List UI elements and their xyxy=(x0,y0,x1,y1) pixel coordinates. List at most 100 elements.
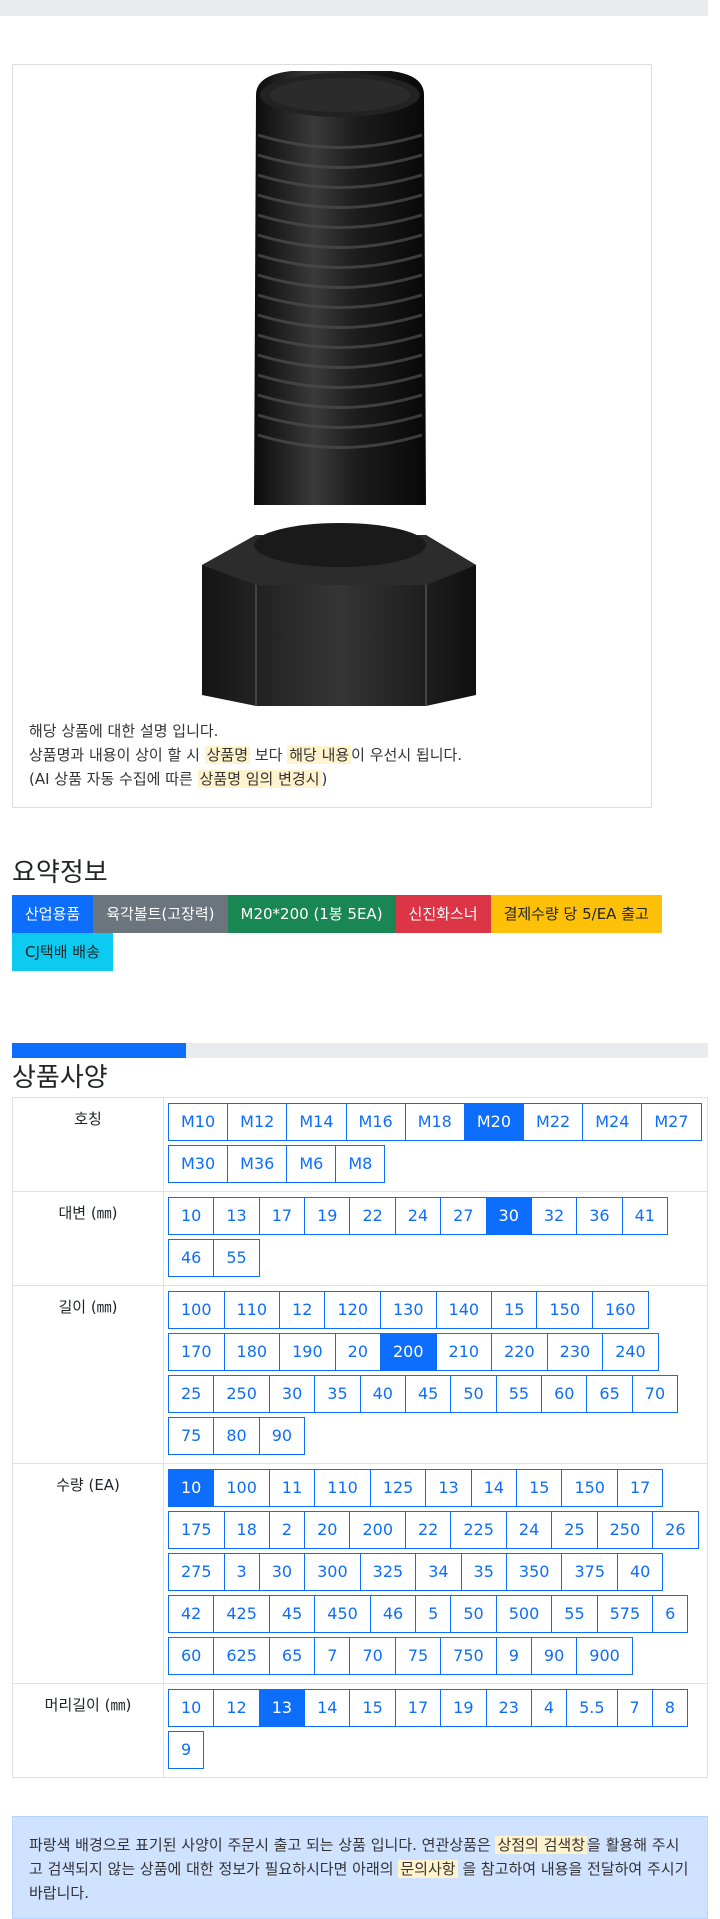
spec-option-button[interactable]: 36 xyxy=(576,1197,623,1235)
spec-option-button[interactable]: 60 xyxy=(168,1637,215,1675)
spec-option-button[interactable]: M14 xyxy=(286,1103,347,1141)
spec-option-button[interactable]: 2 xyxy=(268,1511,306,1549)
spec-option-button[interactable]: 17 xyxy=(616,1469,664,1507)
spec-option-button[interactable]: 900 xyxy=(576,1637,633,1675)
spec-option-button[interactable]: 19 xyxy=(440,1689,487,1727)
spec-option-button[interactable]: 375 xyxy=(561,1553,618,1591)
spec-option-button[interactable]: 450 xyxy=(314,1595,371,1633)
spec-option-button[interactable]: 500 xyxy=(495,1595,553,1633)
spec-option-button[interactable]: M10 xyxy=(168,1103,229,1141)
spec-option-button[interactable]: M18 xyxy=(404,1103,465,1141)
spec-option-button[interactable]: 7 xyxy=(616,1689,653,1727)
spec-option-button[interactable]: 46 xyxy=(168,1239,215,1277)
spec-option-button[interactable]: 41 xyxy=(621,1197,668,1235)
spec-option-button[interactable]: 15 xyxy=(491,1291,538,1329)
spec-option-button[interactable]: 110 xyxy=(314,1469,371,1507)
spec-option-button[interactable]: M24 xyxy=(582,1103,643,1141)
spec-option-button[interactable]: 150 xyxy=(561,1469,618,1507)
spec-option-button[interactable]: 24 xyxy=(394,1197,442,1235)
spec-option-button[interactable]: M6 xyxy=(286,1145,337,1183)
spec-option-button[interactable]: 60 xyxy=(541,1375,588,1413)
spec-option-button[interactable]: 625 xyxy=(213,1637,270,1675)
spec-option-button[interactable]: 13 xyxy=(213,1197,260,1235)
spec-option-button[interactable]: 9 xyxy=(495,1637,532,1675)
spec-option-button[interactable]: 9 xyxy=(168,1731,205,1769)
spec-option-button[interactable]: 210 xyxy=(435,1333,493,1371)
spec-option-button[interactable]: 30 xyxy=(258,1553,306,1591)
spec-option-button[interactable]: 190 xyxy=(279,1333,336,1371)
spec-option-button[interactable]: 25 xyxy=(168,1375,215,1413)
spec-option-button[interactable]: M30 xyxy=(168,1145,229,1183)
spec-option-button[interactable]: 20 xyxy=(304,1511,351,1549)
spec-option-button[interactable]: 170 xyxy=(168,1333,225,1371)
spec-option-button[interactable]: 50 xyxy=(450,1375,497,1413)
spec-option-button[interactable]: 18 xyxy=(223,1511,270,1549)
spec-option-button[interactable]: 23 xyxy=(485,1689,532,1727)
spec-option-button[interactable]: 20 xyxy=(334,1333,381,1371)
spec-option-button[interactable]: 40 xyxy=(617,1553,664,1591)
spec-option-button[interactable]: 425 xyxy=(213,1595,270,1633)
spec-option-button[interactable]: 125 xyxy=(369,1469,427,1507)
spec-option-button[interactable]: 55 xyxy=(213,1239,260,1277)
spec-option-button[interactable]: 34 xyxy=(415,1553,462,1591)
spec-option-button[interactable]: 90 xyxy=(258,1417,306,1455)
spec-option-button[interactable]: 19 xyxy=(304,1197,351,1235)
spec-option-button[interactable]: 30 xyxy=(485,1197,532,1235)
spec-option-button[interactable]: 225 xyxy=(450,1511,507,1549)
spec-option-button[interactable]: 55 xyxy=(495,1375,543,1413)
spec-option-button[interactable]: M22 xyxy=(523,1103,584,1141)
spec-option-button[interactable]: 35 xyxy=(314,1375,361,1413)
spec-option-button[interactable]: 40 xyxy=(359,1375,406,1413)
spec-option-button[interactable]: 22 xyxy=(349,1197,396,1235)
spec-option-button[interactable]: 32 xyxy=(530,1197,578,1235)
spec-option-button[interactable]: 200 xyxy=(349,1511,406,1549)
spec-option-button[interactable]: 27 xyxy=(440,1197,487,1235)
spec-option-button[interactable]: 65 xyxy=(268,1637,316,1675)
spec-option-button[interactable]: 325 xyxy=(359,1553,417,1591)
spec-option-button[interactable]: 50 xyxy=(450,1595,497,1633)
spec-option-button[interactable]: 160 xyxy=(592,1291,649,1329)
spec-option-button[interactable]: 10 xyxy=(168,1197,215,1235)
spec-option-button[interactable]: 250 xyxy=(213,1375,270,1413)
spec-option-button[interactable]: 220 xyxy=(491,1333,548,1371)
spec-option-button[interactable]: 14 xyxy=(304,1689,351,1727)
spec-option-button[interactable]: 26 xyxy=(652,1511,699,1549)
spec-option-button[interactable]: 35 xyxy=(460,1553,507,1591)
spec-option-button[interactable]: 15 xyxy=(349,1689,396,1727)
spec-option-button[interactable]: 750 xyxy=(440,1637,497,1675)
spec-option-button[interactable]: 14 xyxy=(470,1469,518,1507)
spec-option-button[interactable]: 240 xyxy=(602,1333,659,1371)
spec-option-button[interactable]: 5.5 xyxy=(566,1689,618,1727)
spec-option-button[interactable]: M20 xyxy=(463,1103,525,1141)
spec-option-button[interactable]: 100 xyxy=(213,1469,270,1507)
spec-option-button[interactable]: 300 xyxy=(304,1553,361,1591)
spec-option-button[interactable]: M27 xyxy=(641,1103,702,1141)
spec-option-button[interactable]: 5 xyxy=(415,1595,452,1633)
spec-option-button[interactable]: 75 xyxy=(394,1637,442,1675)
spec-option-button[interactable]: 180 xyxy=(223,1333,281,1371)
spec-option-button[interactable]: 24 xyxy=(505,1511,553,1549)
spec-option-button[interactable]: 17 xyxy=(258,1197,306,1235)
spec-option-button[interactable]: 45 xyxy=(268,1595,316,1633)
spec-option-button[interactable]: 46 xyxy=(369,1595,417,1633)
spec-option-button[interactable]: 25 xyxy=(551,1511,598,1549)
spec-option-button[interactable]: 230 xyxy=(546,1333,604,1371)
spec-option-button[interactable]: 55 xyxy=(551,1595,598,1633)
spec-option-button[interactable]: 65 xyxy=(586,1375,633,1413)
spec-option-button[interactable]: 45 xyxy=(404,1375,452,1413)
spec-option-button[interactable]: 110 xyxy=(223,1291,281,1329)
spec-option-button[interactable]: 120 xyxy=(324,1291,381,1329)
spec-option-button[interactable]: 42 xyxy=(168,1595,215,1633)
spec-option-button[interactable]: 12 xyxy=(279,1291,326,1329)
spec-option-button[interactable]: 15 xyxy=(516,1469,563,1507)
spec-option-button[interactable]: 130 xyxy=(380,1291,437,1329)
spec-option-button[interactable]: 10 xyxy=(168,1469,215,1507)
spec-option-button[interactable]: 22 xyxy=(405,1511,452,1549)
spec-option-button[interactable]: 8 xyxy=(651,1689,688,1727)
spec-option-button[interactable]: 250 xyxy=(596,1511,654,1549)
spec-option-button[interactable]: 13 xyxy=(425,1469,472,1507)
spec-option-button[interactable]: 3 xyxy=(223,1553,260,1591)
spec-option-button[interactable]: 100 xyxy=(168,1291,225,1329)
spec-option-button[interactable]: 90 xyxy=(530,1637,578,1675)
spec-option-button[interactable]: 11 xyxy=(268,1469,316,1507)
